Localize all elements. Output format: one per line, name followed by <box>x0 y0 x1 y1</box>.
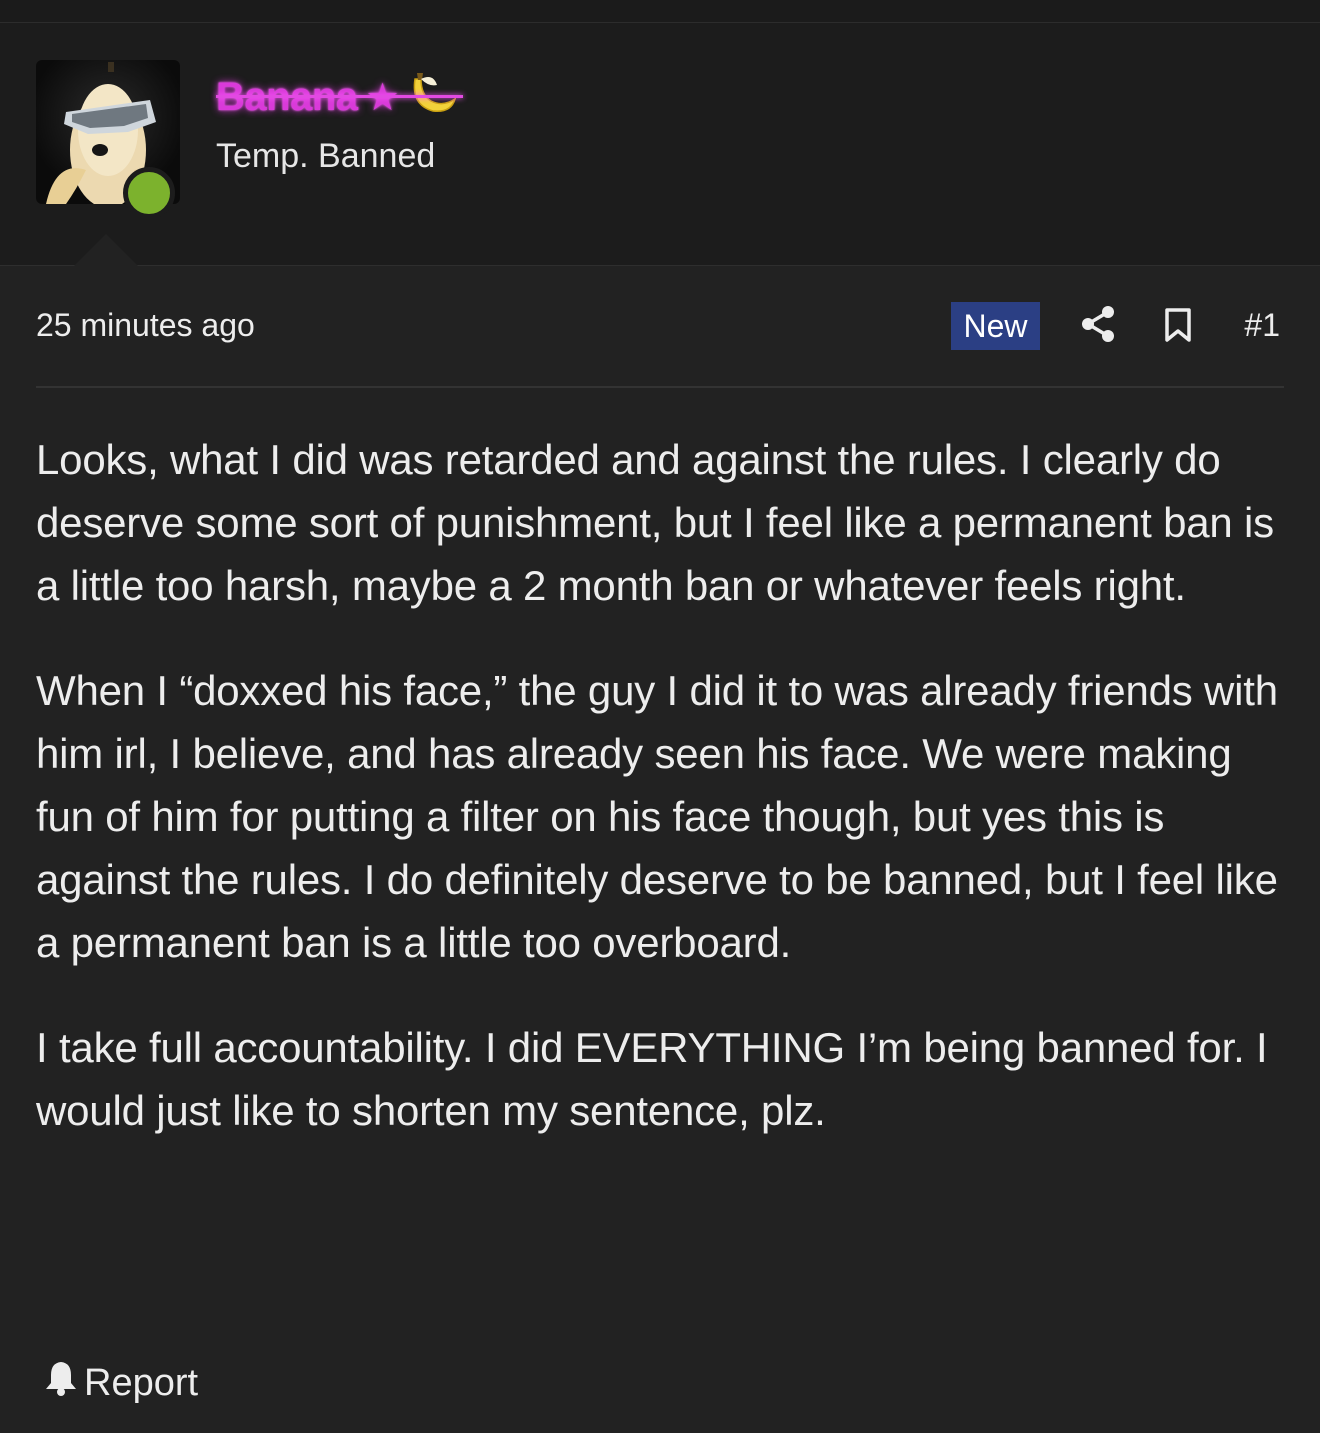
post-meta-row: 25 minutes ago New #1 <box>36 301 1284 353</box>
bell-icon <box>44 1359 78 1407</box>
username-link[interactable]: Banana ★ <box>216 69 464 125</box>
divider <box>36 386 1284 388</box>
share-icon[interactable] <box>1080 305 1116 348</box>
report-button[interactable]: Report <box>44 1358 198 1408</box>
online-status-dot <box>123 167 175 219</box>
post-body: Looks, what I did was retarded and again… <box>36 428 1286 1184</box>
post-number-link[interactable]: #1 <box>1244 307 1280 344</box>
new-badge: New <box>951 302 1040 350</box>
top-strip <box>0 0 1320 23</box>
header-pointer <box>74 234 138 266</box>
user-title: Temp. Banned <box>216 137 436 175</box>
username-row: Banana ★ <box>216 69 464 125</box>
post-paragraph: I take full accountability. I did EVERYT… <box>36 1024 1268 1134</box>
post-card: Banana ★ Temp. Banned 25 minutes ago New <box>0 23 1320 1433</box>
strikethrough-line <box>216 95 464 98</box>
post-paragraph: When I “doxxed his face,” the guy I did … <box>36 667 1278 966</box>
bookmark-icon[interactable] <box>1164 307 1192 348</box>
avatar[interactable] <box>36 60 180 219</box>
post-paragraph: Looks, what I did was retarded and again… <box>36 436 1274 609</box>
user-header: Banana ★ Temp. Banned <box>0 23 1320 266</box>
report-label: Report <box>84 1361 199 1404</box>
post-timestamp[interactable]: 25 minutes ago <box>36 307 255 344</box>
